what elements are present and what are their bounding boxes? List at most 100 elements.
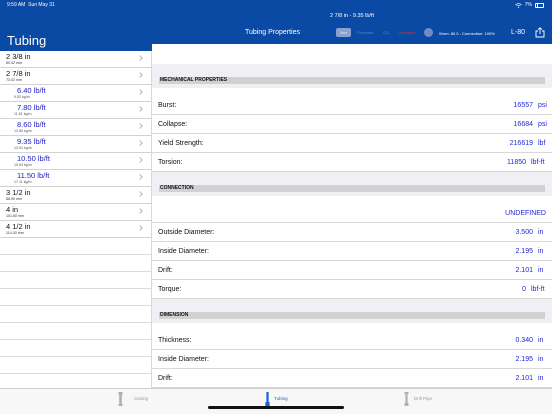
- casing-pipe-icon: [118, 392, 123, 406]
- property-value: UNDEFINED: [505, 210, 546, 217]
- wear-connection-text: Worn: 80.0 - Connection: 100%: [439, 31, 495, 36]
- section-title: DIMENSION: [159, 312, 545, 319]
- section-title: CONNECTION: [159, 185, 545, 192]
- weight-list-item[interactable]: 7.80 lb/ft 11.61 kg/m: [0, 102, 151, 119]
- empty-list-row: [0, 255, 151, 272]
- property-value: 11850: [507, 159, 526, 166]
- property-unit: lbf-ft: [531, 159, 545, 166]
- property-label: Inside Diameter:: [158, 356, 209, 363]
- property-value: 0: [522, 286, 526, 293]
- section-header-band: [152, 64, 552, 88]
- property-unit: in: [538, 248, 544, 255]
- list-item-metric: 101.60 mm: [6, 214, 24, 218]
- list-item-label: 2 3/8 in: [6, 52, 31, 61]
- list-item-label: 8.60 lb/ft: [17, 120, 46, 129]
- list-item-label: 10.50 lb/ft: [17, 154, 50, 163]
- property-unit: psi: [538, 102, 547, 109]
- status-bar: 9:59 AM Sun May 31 7%: [0, 0, 552, 10]
- list-item-metric: 60.32 mm: [6, 61, 22, 65]
- wear-grade-segmented-control: Nea Premium C3 Damaged: [336, 28, 420, 37]
- size-list-item[interactable]: 4 1/2 in 114.30 mm: [0, 221, 151, 238]
- weight-list-item[interactable]: 6.40 lb/ft 9.52 kg/m: [0, 85, 151, 102]
- steel-grade-label[interactable]: L-80: [511, 29, 525, 36]
- property-row: Yield Strength: 216619 lbf: [152, 134, 552, 153]
- home-indicator: [208, 406, 344, 409]
- property-value: 16557: [513, 102, 533, 109]
- size-list-item[interactable]: 2 3/8 in 60.32 mm: [0, 51, 151, 68]
- list-item-metric: 13.91 kg/m: [14, 146, 32, 150]
- property-value: 3.500: [515, 229, 533, 236]
- property-row: Drift: 2.101 in: [152, 369, 552, 388]
- empty-list-row: [0, 272, 151, 289]
- chevron-right-icon: [137, 191, 143, 197]
- section-title: MECHANICAL PROPERTIES: [159, 77, 545, 84]
- property-value: 2.195: [515, 356, 533, 363]
- weight-list-item[interactable]: 8.60 lb/ft 12.80 kg/m: [0, 119, 151, 136]
- empty-list-row: [0, 357, 151, 374]
- chevron-right-icon: [137, 106, 143, 112]
- status-time: 9:59 AM Sun May 31: [7, 0, 55, 10]
- chevron-right-icon: [137, 157, 143, 163]
- wear-toggle[interactable]: [424, 28, 433, 37]
- property-row: Thickness: 0.340 in: [152, 331, 552, 350]
- weight-list-item[interactable]: 11.50 lb/ft 17.11 kg/m: [0, 170, 151, 187]
- status-date: Sun May 31: [28, 2, 55, 8]
- property-unit: in: [538, 375, 544, 382]
- segment-damaged[interactable]: Damaged: [394, 28, 419, 37]
- segment-c3[interactable]: C3: [379, 28, 392, 37]
- chevron-right-icon: [137, 140, 143, 146]
- navigation-bar: 2 7/8 in - 9.35 lb/ft Tubing Properties …: [152, 10, 552, 44]
- list-item-metric: 73.02 mm: [6, 78, 22, 82]
- list-item-label: 6.40 lb/ft: [17, 86, 46, 95]
- segment-premium[interactable]: Premium: [353, 28, 377, 37]
- list-item-label: 4 in: [6, 205, 19, 214]
- chevron-right-icon: [137, 55, 143, 61]
- empty-list-row: [0, 306, 151, 323]
- chevron-right-icon: [137, 174, 143, 180]
- size-list[interactable]: 2 3/8 in 60.32 mm 2 7/8 in 73.02 mm 6.40 lb/…: [0, 51, 152, 388]
- property-row: Drift: 2.101 in: [152, 261, 552, 280]
- list-item-label: 3 1/2 in: [6, 188, 31, 197]
- property-label: Inside Diameter:: [158, 248, 209, 255]
- property-row: Inside Diameter: 2.195 in: [152, 350, 552, 369]
- list-item-label: 7.80 lb/ft: [17, 103, 46, 112]
- empty-list-row: [0, 289, 151, 306]
- list-item-metric: 17.11 kg/m: [14, 180, 32, 184]
- property-unit: lbf-ft: [531, 286, 545, 293]
- property-unit: lbf: [538, 140, 546, 147]
- weight-list-item[interactable]: 10.50 lb/ft 15.63 kg/m: [0, 153, 151, 170]
- property-label: Drift:: [158, 267, 173, 274]
- section-header-band: [152, 172, 552, 196]
- empty-list-row: [0, 238, 151, 255]
- chevron-right-icon: [137, 123, 143, 129]
- property-unit: in: [538, 356, 544, 363]
- tab-drill-pipe-label: Drill Pipe: [414, 396, 433, 401]
- size-list-item[interactable]: 2 7/8 in 73.02 mm: [0, 68, 151, 85]
- property-label: Torsion:: [158, 159, 183, 166]
- property-label: Outside Diameter:: [158, 229, 215, 236]
- page-title: Tubing Properties: [245, 29, 300, 36]
- tab-casing-label: Casing: [134, 396, 149, 401]
- property-value: 2.101: [515, 267, 533, 274]
- property-label: Drift:: [158, 375, 173, 382]
- property-row: Outside Diameter: 3.500 in: [152, 223, 552, 242]
- sidebar-header: Tubing: [0, 10, 152, 51]
- properties-table: MECHANICAL PROPERTIES Burst: 16557 psi Colla…: [152, 44, 552, 388]
- list-item-label: 11.50 lb/ft: [17, 171, 50, 180]
- drill-pipe-icon: [404, 392, 409, 406]
- property-label: Torque:: [158, 286, 182, 293]
- size-list-item[interactable]: 4 in 101.60 mm: [0, 204, 151, 221]
- tab-bar: Casing Tubing Drill Pipe: [0, 388, 552, 414]
- weight-list-item[interactable]: 9.35 lb/ft 13.91 kg/m: [0, 136, 151, 153]
- segment-new[interactable]: Nea: [336, 28, 352, 37]
- property-row: Torsion: 11850 lbf-ft: [152, 153, 552, 172]
- property-unit: in: [538, 267, 544, 274]
- property-value: 216619: [509, 140, 533, 147]
- property-unit: psi: [538, 121, 547, 128]
- chevron-right-icon: [137, 225, 143, 231]
- size-list-item[interactable]: 3 1/2 in 88.90 mm: [0, 187, 151, 204]
- share-icon[interactable]: [535, 27, 545, 38]
- list-item-metric: 114.30 mm: [6, 231, 24, 235]
- property-row: Burst: 16557 psi: [152, 96, 552, 115]
- status-clock: 9:59 AM: [7, 2, 26, 8]
